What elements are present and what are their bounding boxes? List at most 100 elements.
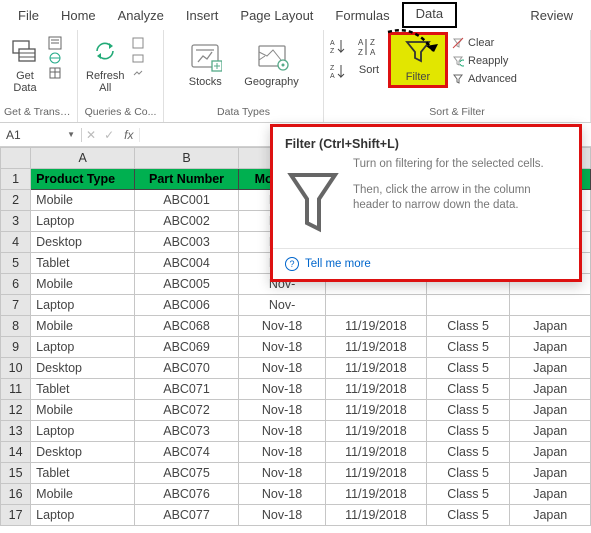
select-all-corner[interactable]	[1, 148, 31, 169]
cell[interactable]: Class 5	[426, 358, 510, 379]
row-header[interactable]: 13	[1, 421, 31, 442]
row-header[interactable]: 2	[1, 190, 31, 211]
cell[interactable]: ABC004	[135, 253, 239, 274]
cell[interactable]: ABC071	[135, 379, 239, 400]
reapply-button[interactable]: Reapply	[449, 53, 519, 69]
sort-az-icon[interactable]: AZ	[328, 36, 350, 58]
cell[interactable]: Japan	[510, 337, 591, 358]
from-table-icon[interactable]	[48, 66, 62, 80]
queries-icon[interactable]	[131, 36, 145, 50]
cell[interactable]: Mobile	[31, 274, 135, 295]
tell-me-more-link[interactable]: ? Tell me more	[273, 248, 579, 279]
cell[interactable]: ABC077	[135, 505, 239, 526]
cell[interactable]: Nov-18	[238, 484, 325, 505]
name-box[interactable]: A1 ▼	[0, 128, 82, 142]
cell[interactable]: Class 5	[426, 442, 510, 463]
row-header[interactable]: 12	[1, 400, 31, 421]
cell[interactable]: 11/19/2018	[326, 316, 427, 337]
cell[interactable]: Japan	[510, 358, 591, 379]
cell[interactable]: ABC072	[135, 400, 239, 421]
cell[interactable]: Japan	[510, 379, 591, 400]
cell[interactable]: Nov-18	[238, 442, 325, 463]
tab-analyze[interactable]: Analyze	[108, 4, 174, 28]
cell[interactable]: ABC068	[135, 316, 239, 337]
row-header[interactable]: 1	[1, 169, 31, 190]
cell[interactable]: Nov-18	[238, 505, 325, 526]
cell[interactable]	[510, 295, 591, 316]
cell[interactable]: Mobile	[31, 484, 135, 505]
row-header[interactable]: 17	[1, 505, 31, 526]
cell[interactable]: Mobile	[31, 190, 135, 211]
advanced-button[interactable]: Advanced	[449, 71, 519, 87]
cell[interactable]: Japan	[510, 421, 591, 442]
cell[interactable]: Laptop	[31, 337, 135, 358]
geography-button[interactable]: Geography	[240, 38, 302, 90]
cell[interactable]: Mobile	[31, 316, 135, 337]
cell[interactable]: ABC075	[135, 463, 239, 484]
cell[interactable]	[426, 295, 510, 316]
cell[interactable]: Tablet	[31, 253, 135, 274]
cell[interactable]: Class 5	[426, 316, 510, 337]
cell[interactable]: 11/19/2018	[326, 358, 427, 379]
stocks-button[interactable]: Stocks	[184, 38, 226, 90]
get-data-button[interactable]: Get Data	[4, 32, 46, 96]
col-header[interactable]: A	[31, 148, 135, 169]
row-header[interactable]: 10	[1, 358, 31, 379]
row-header[interactable]: 11	[1, 379, 31, 400]
tab-data[interactable]: Data	[402, 2, 457, 28]
tab-formulas[interactable]: Formulas	[325, 4, 399, 28]
cell[interactable]: 11/19/2018	[326, 442, 427, 463]
cell[interactable]: 11/19/2018	[326, 379, 427, 400]
cell[interactable]: Laptop	[31, 211, 135, 232]
cell[interactable]: Class 5	[426, 505, 510, 526]
tab-file[interactable]: File	[8, 4, 49, 28]
cell[interactable]: Nov-18	[238, 358, 325, 379]
tab-insert[interactable]: Insert	[176, 4, 229, 28]
cell[interactable]: ABC073	[135, 421, 239, 442]
row-header[interactable]: 7	[1, 295, 31, 316]
cell[interactable]: Desktop	[31, 358, 135, 379]
row-header[interactable]: 8	[1, 316, 31, 337]
cell[interactable]: Nov-18	[238, 379, 325, 400]
edit-links-icon[interactable]	[131, 66, 145, 80]
cell[interactable]: ABC002	[135, 211, 239, 232]
properties-icon[interactable]	[131, 51, 145, 65]
cell[interactable]: 11/19/2018	[326, 463, 427, 484]
cell[interactable]: Class 5	[426, 400, 510, 421]
cell[interactable]: Class 5	[426, 484, 510, 505]
cell[interactable]: Japan	[510, 400, 591, 421]
cell[interactable]: Japan	[510, 316, 591, 337]
cell[interactable]: Nov-	[238, 295, 325, 316]
cell[interactable]: Nov-18	[238, 337, 325, 358]
cell[interactable]: 11/19/2018	[326, 505, 427, 526]
cell[interactable]: ABC003	[135, 232, 239, 253]
refresh-all-button[interactable]: Refresh All	[82, 32, 129, 96]
cell[interactable]: 11/19/2018	[326, 400, 427, 421]
cell[interactable]: Class 5	[426, 379, 510, 400]
cell[interactable]	[326, 295, 427, 316]
header-cell[interactable]: Part Number	[135, 169, 239, 190]
cell[interactable]: Laptop	[31, 505, 135, 526]
filter-button[interactable]: Filter	[395, 35, 441, 85]
fx-button[interactable]: fx	[118, 128, 140, 142]
from-text-icon[interactable]	[48, 36, 62, 50]
cell[interactable]: Nov-18	[238, 400, 325, 421]
cell[interactable]: ABC070	[135, 358, 239, 379]
cell[interactable]: ABC076	[135, 484, 239, 505]
cell[interactable]: Japan	[510, 442, 591, 463]
sort-za-icon[interactable]: ZA	[328, 61, 350, 83]
cell[interactable]: 11/19/2018	[326, 421, 427, 442]
cell[interactable]: Nov-18	[238, 421, 325, 442]
col-header[interactable]: B	[135, 148, 239, 169]
clear-button[interactable]: Clear	[449, 35, 519, 51]
sort-button[interactable]: AZZA Sort	[351, 32, 387, 78]
cell[interactable]: Mobile	[31, 400, 135, 421]
cell[interactable]: Nov-18	[238, 463, 325, 484]
cell[interactable]: Laptop	[31, 295, 135, 316]
row-header[interactable]: 16	[1, 484, 31, 505]
cell[interactable]: Tablet	[31, 463, 135, 484]
cell[interactable]: Japan	[510, 484, 591, 505]
row-header[interactable]: 4	[1, 232, 31, 253]
cell[interactable]: Japan	[510, 505, 591, 526]
row-header[interactable]: 15	[1, 463, 31, 484]
